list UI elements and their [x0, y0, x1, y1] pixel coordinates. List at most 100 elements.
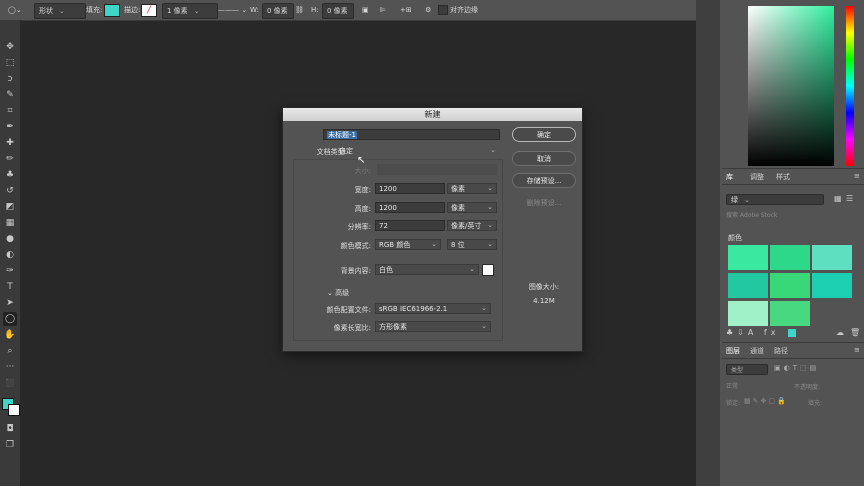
- move-tool-icon[interactable]: ✥: [3, 40, 17, 54]
- new-document-dialog: 新建 名称: 未标题-1 文档类型: 自定 大小: 宽度: 1200 像素 高度…: [282, 107, 583, 352]
- advanced-label: 高级: [335, 289, 350, 297]
- pen-tool-icon[interactable]: ✑: [3, 264, 17, 278]
- bit-depth-select[interactable]: 8 位: [447, 239, 497, 250]
- default-colors-icon[interactable]: ⬛: [3, 376, 17, 390]
- hand-tool-icon[interactable]: ✋: [3, 328, 17, 342]
- bit-depth-value: 8 位: [451, 241, 465, 249]
- color-swatch[interactable]: [728, 301, 768, 326]
- clone-stamp-icon[interactable]: ♣: [3, 168, 17, 182]
- background-color-swatch[interactable]: [8, 404, 20, 416]
- resolution-input[interactable]: 72: [375, 220, 445, 231]
- color-swatch[interactable]: [770, 301, 810, 326]
- tab-styles[interactable]: 样式: [776, 172, 790, 182]
- ok-button[interactable]: 确定: [512, 127, 576, 142]
- eraser-tool-icon[interactable]: ◩: [3, 200, 17, 214]
- save-preset-button[interactable]: 存储预设...: [512, 173, 576, 188]
- library-dropdown[interactable]: 绿: [726, 194, 824, 205]
- add-color-icon[interactable]: [788, 329, 796, 337]
- fill-swatch[interactable]: [104, 4, 120, 17]
- healing-brush-icon[interactable]: ✚: [3, 136, 17, 150]
- blur-tool-icon[interactable]: ●: [3, 232, 17, 246]
- height-field[interactable]: 0 像素: [322, 3, 354, 19]
- color-swatch[interactable]: [770, 245, 810, 270]
- color-mode-select[interactable]: RGB 颜色: [375, 239, 441, 250]
- stroke-type-dropdown[interactable]: ——— ⌄: [218, 3, 247, 17]
- stroke-width-field[interactable]: 1 像素: [162, 3, 218, 19]
- color-swatch[interactable]: [728, 273, 768, 298]
- more-tools-icon[interactable]: ···: [3, 360, 17, 374]
- crop-tool-icon[interactable]: ⌗: [3, 104, 17, 118]
- opacity-label: 不透明度:: [794, 384, 821, 391]
- path-arrangement-icon[interactable]: +⊞: [400, 3, 412, 17]
- tab-adjustments[interactable]: 调整: [750, 172, 764, 182]
- image-size-value: 4.12M: [533, 297, 555, 305]
- width-input[interactable]: 1200: [375, 183, 445, 194]
- color-profile-select[interactable]: sRGB IEC61966-2.1: [375, 303, 491, 314]
- tab-channels[interactable]: 通道: [750, 346, 764, 356]
- panel-menu-icon[interactable]: ≡: [854, 172, 860, 180]
- color-swatch[interactable]: [812, 273, 852, 298]
- screen-mode-icon[interactable]: ❐: [3, 438, 17, 452]
- hue-slider[interactable]: [846, 6, 854, 166]
- stroke-swatch[interactable]: ╱: [141, 4, 157, 17]
- cloud-sync-icon[interactable]: ☁: [836, 328, 844, 337]
- width-field[interactable]: 0 像素: [262, 3, 294, 19]
- list-view-icon[interactable]: ☰: [846, 194, 853, 203]
- lock-icons[interactable]: ▦✎✥▢🔒: [744, 397, 788, 405]
- blend-mode-dropdown[interactable]: 正常: [726, 381, 788, 392]
- layer-filter-icons[interactable]: ▣◐T⬚▤: [774, 364, 819, 372]
- name-value: 未标题-1: [327, 131, 357, 139]
- trash-icon[interactable]: 🗑: [850, 328, 860, 337]
- pixel-aspect-select[interactable]: 方形像素: [375, 321, 491, 332]
- layers-panel: 图层 通道 路径 ≡ 类型 ▣◐T⬚▤ 正常 不透明度: 锁定: ▦✎✥▢🔒 填…: [722, 344, 864, 486]
- mode-value: 形状: [39, 7, 53, 15]
- layer-filter-dropdown[interactable]: 类型: [726, 364, 768, 375]
- cancel-button[interactable]: 取消: [512, 151, 576, 166]
- color-field[interactable]: [748, 6, 834, 166]
- color-swatch[interactable]: [812, 245, 852, 270]
- tab-libraries[interactable]: 库: [726, 172, 733, 182]
- brush-tool-icon[interactable]: ✏: [3, 152, 17, 166]
- ellipse-tool-icon[interactable]: ◯: [3, 312, 17, 326]
- resolution-unit-select[interactable]: 像素/英寸: [447, 220, 497, 231]
- path-alignment-icon[interactable]: ⊫: [380, 3, 386, 17]
- tab-paths[interactable]: 路径: [774, 346, 788, 356]
- quick-mask-icon[interactable]: ◘: [3, 422, 17, 436]
- grid-view-icon[interactable]: ▦: [834, 194, 842, 203]
- link-icon[interactable]: ⛓: [295, 3, 304, 17]
- width-unit-value: 像素: [451, 185, 465, 193]
- gradient-tool-icon[interactable]: ▦: [3, 216, 17, 230]
- marquee-tool-icon[interactable]: ⬚: [3, 56, 17, 70]
- tab-layers[interactable]: 图层: [726, 346, 740, 356]
- background-contents-select[interactable]: 白色: [375, 264, 479, 275]
- panel-divider: [722, 342, 864, 343]
- eyedropper-tool-icon[interactable]: ✒: [3, 120, 17, 134]
- advanced-disclosure[interactable]: ⌄ 高级: [327, 288, 349, 298]
- fill-opacity-label: 填充:: [808, 400, 823, 407]
- fill-label: 填充:: [86, 6, 103, 14]
- height-input[interactable]: 1200: [375, 202, 445, 213]
- library-footer-icons[interactable]: ♣⇩A fx: [726, 328, 779, 337]
- color-swatch[interactable]: [728, 245, 768, 270]
- history-brush-icon[interactable]: ↺: [3, 184, 17, 198]
- dodge-tool-icon[interactable]: ◐: [3, 248, 17, 262]
- type-tool-icon[interactable]: T: [3, 280, 17, 294]
- dialog-title: 新建: [283, 108, 582, 121]
- width-unit-select[interactable]: 像素: [447, 183, 497, 194]
- name-input[interactable]: 未标题-1: [323, 129, 500, 140]
- gear-icon[interactable]: ⚙: [425, 3, 431, 17]
- path-operations-icon[interactable]: ▣: [362, 3, 369, 17]
- quick-select-tool-icon[interactable]: ✎: [3, 88, 17, 102]
- zoom-tool-icon[interactable]: ⌕: [3, 344, 17, 358]
- stock-search-input[interactable]: 搜索 Adobe Stock: [726, 210, 856, 221]
- path-select-tool-icon[interactable]: ➤: [3, 296, 17, 310]
- lasso-tool-icon[interactable]: ↄ: [3, 72, 17, 86]
- color-swatch[interactable]: [770, 273, 810, 298]
- ellipse-tool-icon[interactable]: ◯⌄: [8, 3, 22, 17]
- align-edges-checkbox[interactable]: [438, 5, 448, 15]
- height-unit-select[interactable]: 像素: [447, 202, 497, 213]
- color-mode-label: 颜色模式:: [340, 242, 371, 250]
- background-color-swatch[interactable]: [482, 264, 494, 276]
- mode-dropdown[interactable]: 形状: [34, 3, 86, 19]
- panel-menu-icon[interactable]: ≡: [854, 346, 860, 354]
